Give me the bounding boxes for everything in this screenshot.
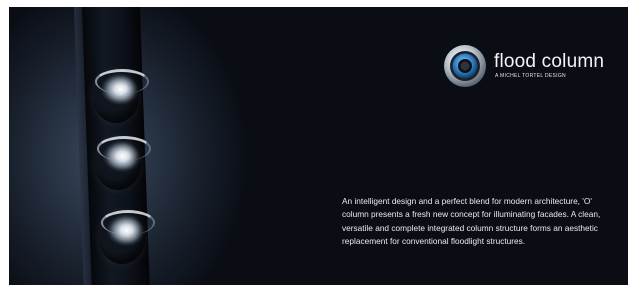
brand-name: flood column — [494, 51, 605, 72]
floodlight-ring — [95, 69, 149, 94]
product-description: An intelligent design and a perfect blen… — [342, 196, 601, 247]
designer-credit: A MICHEL TORTEL DESIGN — [495, 73, 566, 79]
ring-logo-icon — [444, 45, 486, 87]
product-banner: flood column A MICHEL TORTEL DESIGN An i… — [9, 7, 628, 285]
floodlight-ring — [101, 210, 155, 235]
brand-logo: flood column A MICHEL TORTEL DESIGN — [442, 43, 604, 89]
floodlight-ring — [97, 136, 151, 161]
